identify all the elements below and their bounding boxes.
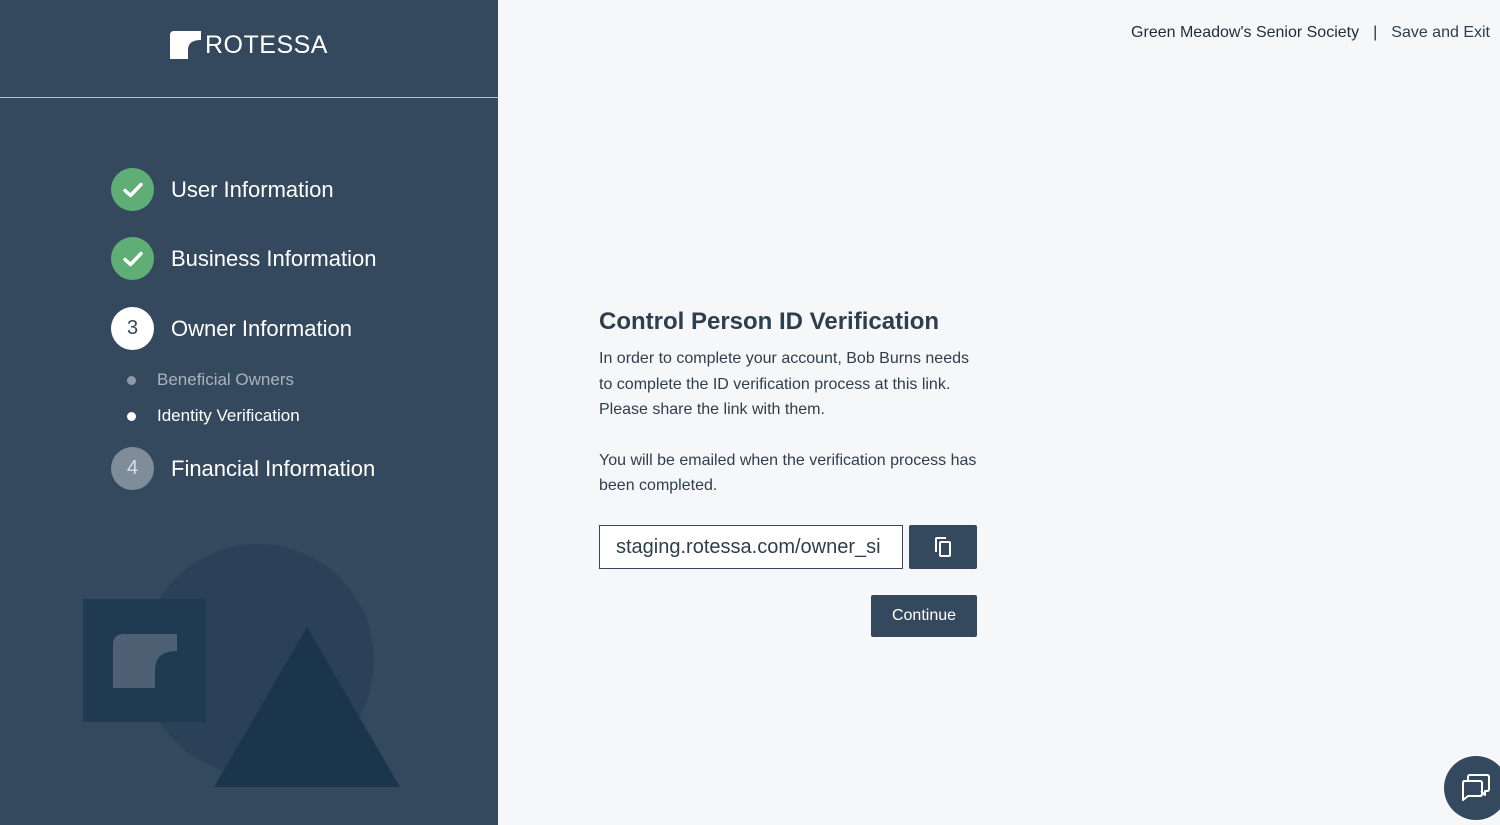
sidebar: ROTESSA User Information Business Inform… <box>0 0 498 825</box>
bullet-dot <box>127 375 136 385</box>
step-label: Owner Information <box>171 315 352 341</box>
step-label: Business Information <box>171 245 377 271</box>
step-owner-information[interactable]: 3 Owner Information <box>111 307 352 350</box>
chat-icon <box>1462 774 1490 801</box>
verification-panel: Control Person ID Verification In order … <box>599 308 979 499</box>
email-notice-text: You will be emailed when the verificatio… <box>599 451 977 495</box>
logo-bar: ROTESSA <box>0 0 498 98</box>
step-number: 4 <box>111 447 154 490</box>
step-financial-information[interactable]: 4 Financial Information <box>111 447 375 490</box>
step-number: 3 <box>111 307 154 350</box>
rotessa-logo-icon <box>170 31 201 59</box>
substep-label: Identity Verification <box>157 406 300 425</box>
step-done-indicator <box>111 237 154 280</box>
bullet-dot <box>127 411 136 421</box>
instructions-text: In order to complete your account, Bob B… <box>599 350 969 418</box>
substep-identity-verification[interactable]: Identity Verification <box>127 406 300 426</box>
check-icon <box>122 251 143 266</box>
continue-button[interactable]: Continue <box>871 595 977 637</box>
step-business-information[interactable]: Business Information <box>111 237 376 280</box>
divider: | <box>1373 24 1378 41</box>
chat-button[interactable] <box>1444 756 1500 820</box>
substep-beneficial-owners[interactable]: Beneficial Owners <box>127 370 294 390</box>
share-link-row <box>599 525 977 569</box>
copy-icon <box>935 537 951 557</box>
step-user-information[interactable]: User Information <box>111 168 334 211</box>
rotessa-logo[interactable]: ROTESSA <box>170 31 328 59</box>
check-icon <box>122 182 143 197</box>
verification-link-field[interactable] <box>599 525 903 569</box>
page-title: Control Person ID Verification <box>599 308 940 335</box>
save-and-exit-link[interactable]: Save and Exit <box>1391 24 1490 42</box>
substep-label: Beneficial Owners <box>157 370 295 389</box>
organization-name: Green Meadow's Senior Society <box>1131 24 1360 41</box>
step-done-indicator <box>111 168 154 211</box>
top-bar: Green Meadow's Senior Society | Save and… <box>1131 24 1490 42</box>
step-label: User Information <box>171 176 334 202</box>
step-label: Financial Information <box>171 455 376 481</box>
brand-name: ROTESSA <box>205 31 328 59</box>
copy-link-button[interactable] <box>909 525 977 569</box>
